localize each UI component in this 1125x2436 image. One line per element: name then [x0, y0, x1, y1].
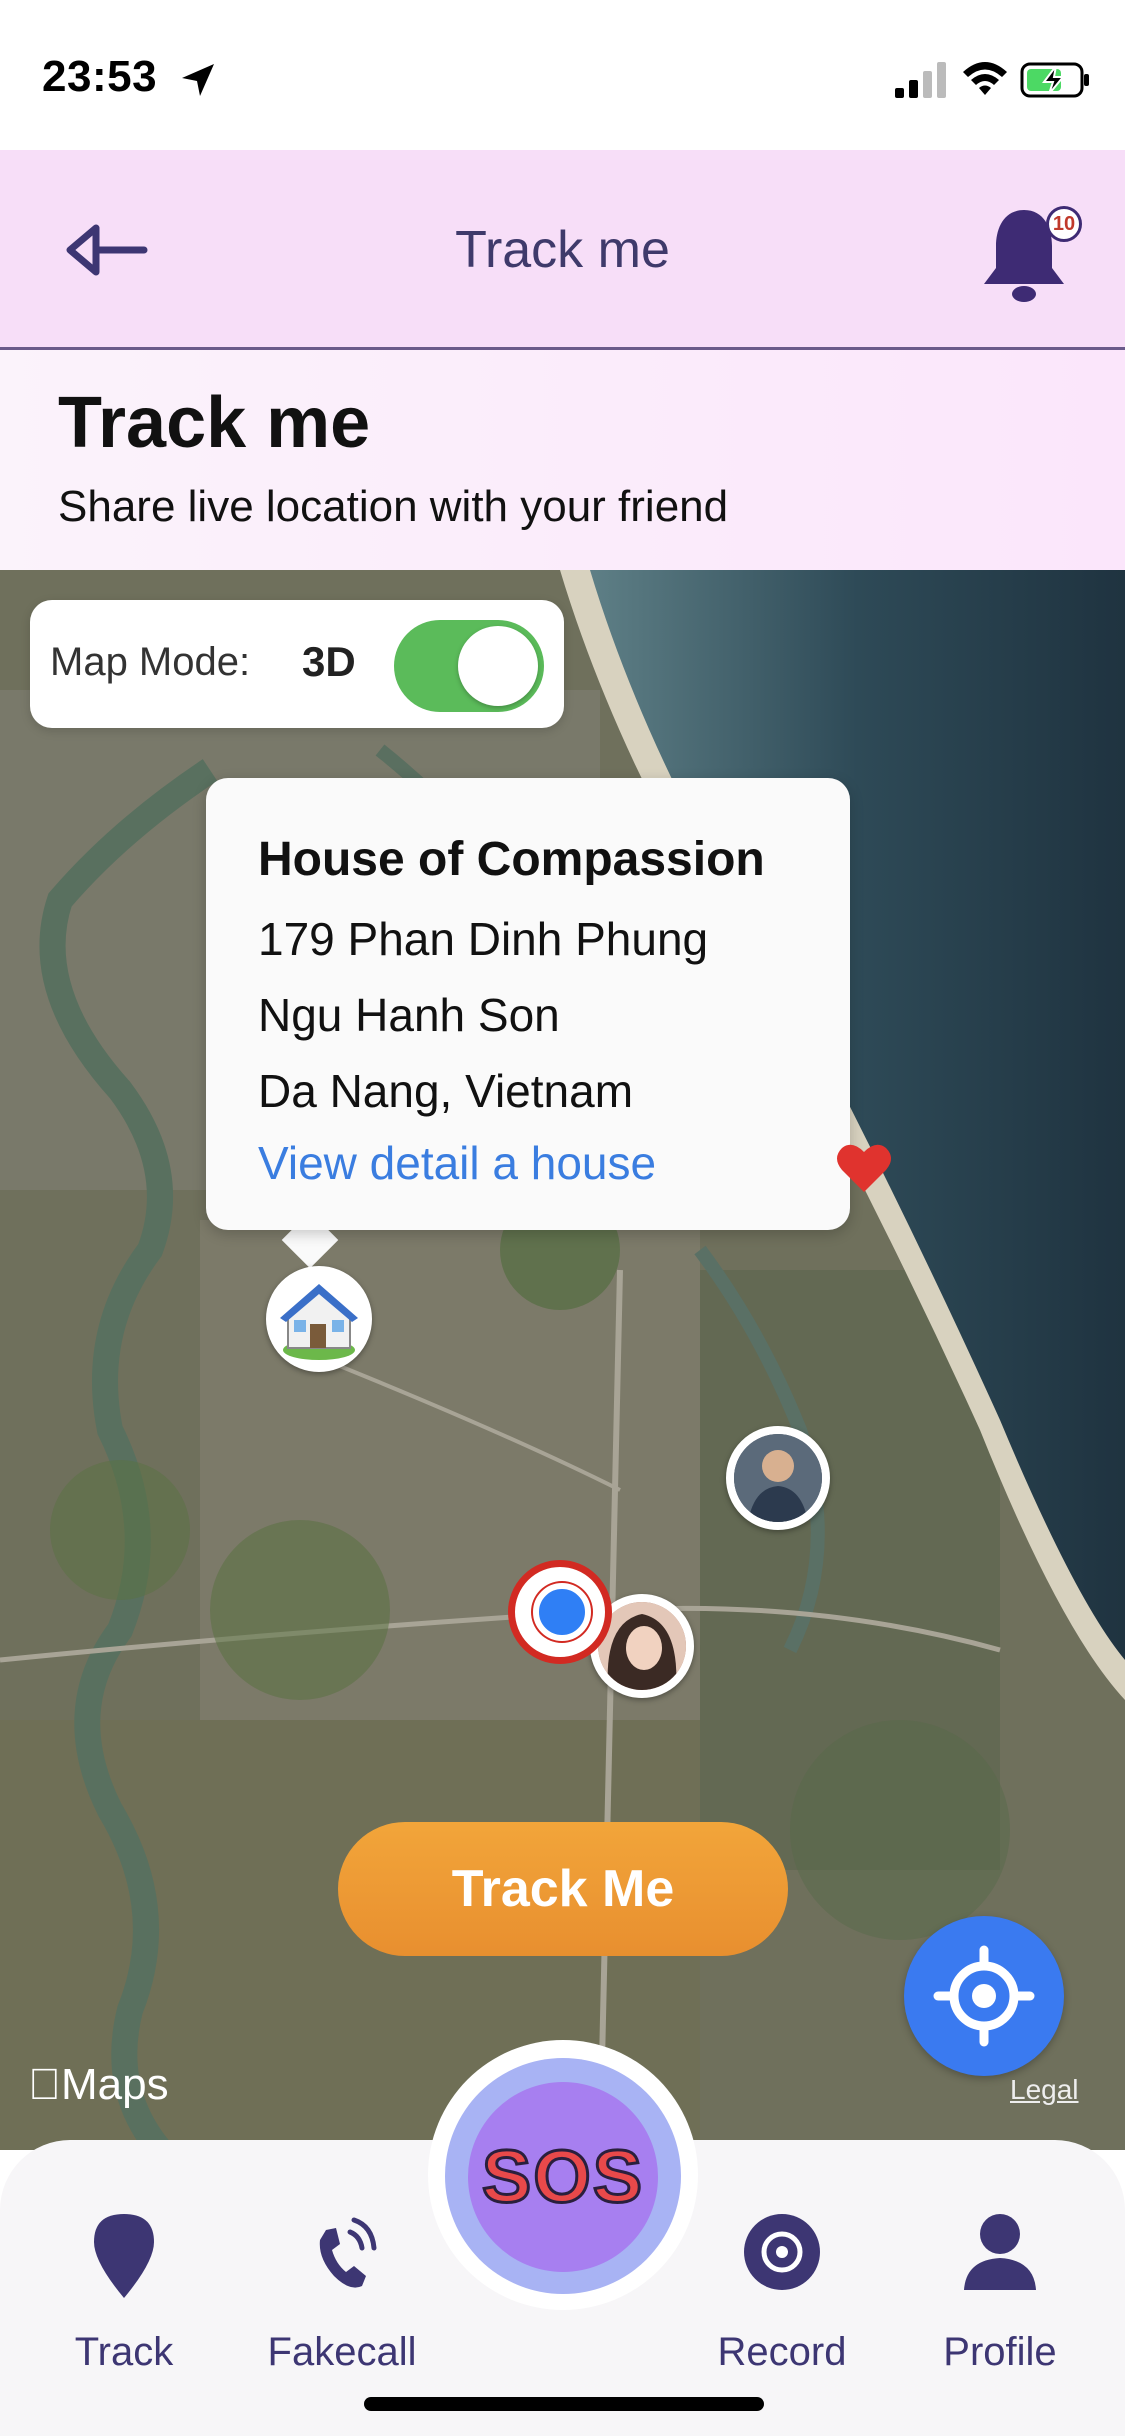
- crosshair-icon: [933, 1945, 1035, 2047]
- apple-logo-icon: : [28, 2060, 61, 2109]
- map-mode-label: Map Mode:: [50, 640, 251, 684]
- nav-item-fakecall[interactable]: Fakecall: [252, 2210, 432, 2380]
- home-indicator: [364, 2397, 764, 2411]
- cellular-signal-icon: [895, 62, 946, 98]
- status-bar: 23:53: [0, 0, 1125, 150]
- maps-attribution-text: Maps: [28, 2060, 169, 2109]
- callout-address-line-2: Ngu Hanh Son: [258, 989, 560, 1041]
- sos-label: SOS: [480, 2134, 645, 2220]
- toggle-knob: [458, 626, 538, 706]
- current-location-marker[interactable]: [508, 1560, 612, 1664]
- callout-title: House of Compassion: [258, 833, 765, 886]
- location-arrow-icon: [182, 64, 214, 96]
- nav-label-profile: Profile: [943, 2330, 1057, 2374]
- locate-me-button[interactable]: [904, 1916, 1064, 2076]
- intro-section: Track me Share live location with your f…: [0, 350, 1125, 570]
- map-mode-value: 3D: [302, 638, 356, 685]
- map-pin-icon: [94, 2214, 154, 2298]
- nav-label-track: Track: [74, 2330, 174, 2374]
- track-me-button[interactable]: Track Me: [338, 1822, 788, 1956]
- page-subtitle: Share live location with your friend: [58, 482, 729, 531]
- nav-label-fakecall: Fakecall: [267, 2330, 417, 2374]
- view-detail-link[interactable]: View detail a house: [258, 1136, 656, 1190]
- nav-item-profile[interactable]: Profile: [910, 2210, 1090, 2380]
- map-mode-toggle[interactable]: [394, 620, 544, 712]
- avatar: [734, 1434, 822, 1522]
- nav-item-track[interactable]: Track: [34, 2210, 214, 2380]
- header-title: Track me: [455, 221, 670, 279]
- battery-charging-icon: [1020, 62, 1089, 98]
- sos-button[interactable]: SOS: [468, 2082, 658, 2272]
- app-header: Track me 10: [0, 150, 1125, 350]
- nav-label-record: Record: [717, 2330, 847, 2374]
- notification-badge: 10: [1046, 206, 1082, 242]
- current-location-dot: [533, 1583, 591, 1641]
- apple-maps-attribution: Maps: [28, 2060, 169, 2110]
- callout-address-line-3: Da Nang, Vietnam: [258, 1065, 634, 1117]
- phone-ringing-icon: [319, 2217, 377, 2288]
- person-icon: [964, 2214, 1036, 2290]
- callout-address-line-1: 179 Phan Dinh Phung: [258, 913, 709, 965]
- legal-link[interactable]: Legal: [1010, 2074, 1079, 2106]
- house-icon: [280, 1284, 358, 1360]
- friend-avatar-pin[interactable]: [726, 1426, 830, 1530]
- record-icon: [744, 2214, 820, 2290]
- map-view[interactable]: Map Mode: 3D House of Compassion 179 Pha…: [0, 570, 1125, 2150]
- status-time: 23:53: [42, 52, 158, 101]
- map-mode-card: Map Mode: 3D: [30, 600, 564, 728]
- location-callout: House of Compassion 179 Phan Dinh Phung …: [206, 778, 891, 1230]
- heart-icon: [837, 1144, 891, 1192]
- house-map-pin[interactable]: [266, 1266, 372, 1372]
- wifi-icon: [963, 62, 1007, 95]
- nav-item-record[interactable]: Record: [692, 2210, 872, 2380]
- page-title: Track me: [58, 383, 371, 463]
